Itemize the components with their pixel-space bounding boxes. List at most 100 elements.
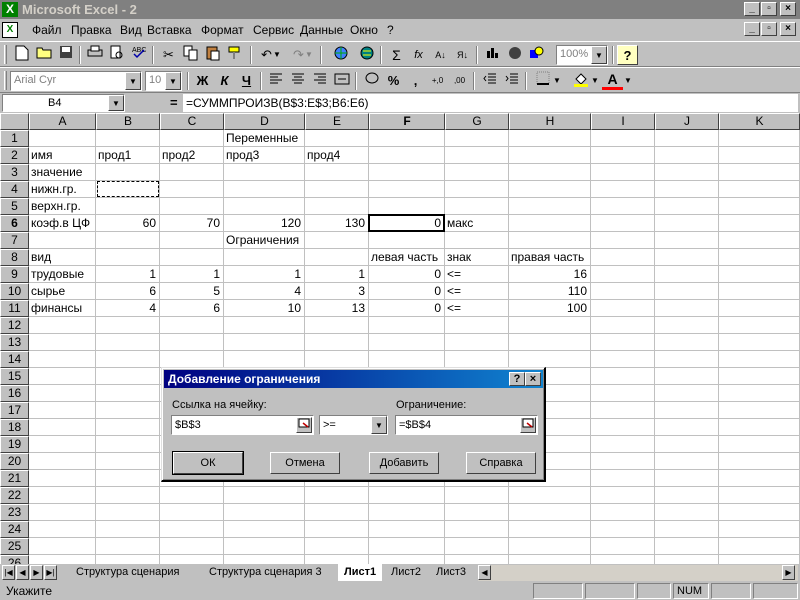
row-header-24[interactable]: 24: [0, 521, 29, 538]
column-header-h[interactable]: H: [509, 113, 591, 130]
fill-color-icon[interactable]: [570, 71, 591, 91]
chevron-down-icon[interactable]: ▼: [125, 72, 141, 90]
cell-g11[interactable]: <=: [445, 300, 461, 317]
menu-help[interactable]: ?: [387, 23, 394, 37]
cell-d9[interactable]: 1: [224, 266, 304, 283]
underline-button[interactable]: Ч: [236, 71, 257, 91]
row-header-13[interactable]: 13: [0, 334, 29, 351]
help-button[interactable]: Справка: [466, 452, 536, 474]
toolbar-grip[interactable]: [4, 71, 7, 90]
zoom-select[interactable]: 100% ▼: [556, 45, 608, 65]
doc-restore-button[interactable]: ▫: [761, 22, 777, 36]
bold-button[interactable]: Ж: [192, 71, 213, 91]
minimize-button[interactable]: _: [744, 2, 760, 16]
cell-d1[interactable]: Переменные: [224, 130, 298, 147]
constraint-input[interactable]: =$B$4: [395, 415, 538, 435]
new-doc-icon[interactable]: [11, 45, 32, 65]
cell-b2[interactable]: прод1: [96, 147, 131, 164]
print-preview-icon[interactable]: [106, 45, 127, 65]
cell-e9[interactable]: 1: [305, 266, 368, 283]
cell-a11[interactable]: финансы: [29, 300, 82, 317]
chevron-down-icon[interactable]: ▼: [371, 416, 387, 434]
row-header-3[interactable]: 3: [0, 164, 29, 181]
excel-icon[interactable]: X: [2, 2, 18, 17]
cell-b11[interactable]: 4: [96, 300, 159, 317]
collapse-dialog-icon[interactable]: [296, 417, 312, 433]
hyperlink-icon[interactable]: [330, 45, 351, 65]
cell-c9[interactable]: 1: [160, 266, 223, 283]
cell-a5[interactable]: верхн.гр.: [29, 198, 81, 215]
operator-select[interactable]: >= ▼: [319, 415, 388, 435]
cell-a8[interactable]: вид: [29, 249, 51, 266]
row-header-9[interactable]: 9: [0, 266, 29, 283]
cell-h11[interactable]: 100: [509, 300, 590, 317]
row-header-12[interactable]: 12: [0, 317, 29, 334]
cell-g8[interactable]: знак: [445, 249, 471, 266]
undo-dropdown-icon[interactable]: ▼: [272, 45, 282, 65]
cell-f9[interactable]: 0: [369, 266, 444, 283]
cell-d7[interactable]: Ограничения: [224, 232, 299, 249]
row-header-20[interactable]: 20: [0, 453, 29, 470]
office-assistant-icon[interactable]: ?: [617, 45, 638, 65]
column-header-k[interactable]: K: [719, 113, 800, 130]
cell-b9[interactable]: 1: [96, 266, 159, 283]
cell-f10[interactable]: 0: [369, 283, 444, 300]
chevron-down-icon[interactable]: ▼: [165, 72, 181, 90]
row-header-19[interactable]: 19: [0, 436, 29, 453]
paste-icon[interactable]: [202, 45, 223, 65]
workbook-icon[interactable]: X: [2, 22, 18, 38]
row-header-7[interactable]: 7: [0, 232, 29, 249]
decrease-indent-icon[interactable]: [479, 71, 500, 91]
map-icon[interactable]: [504, 45, 525, 65]
horizontal-scrollbar[interactable]: ◀ ▶: [478, 565, 798, 581]
row-header-16[interactable]: 16: [0, 385, 29, 402]
cell-a9[interactable]: трудовые: [29, 266, 84, 283]
row-header-8[interactable]: 8: [0, 249, 29, 266]
cell-c11[interactable]: 6: [160, 300, 223, 317]
row-header-23[interactable]: 23: [0, 504, 29, 521]
cancel-button[interactable]: Отмена: [270, 452, 340, 474]
row-header-18[interactable]: 18: [0, 419, 29, 436]
row-header-1[interactable]: 1: [0, 130, 29, 147]
row-header-21[interactable]: 21: [0, 470, 29, 487]
menu-insert[interactable]: Вставка: [147, 23, 192, 37]
scroll-left-icon[interactable]: ◀: [478, 565, 491, 580]
doc-minimize-button[interactable]: _: [744, 22, 760, 36]
cell-g10[interactable]: <=: [445, 283, 461, 300]
spelling-icon[interactable]: ABC: [128, 45, 149, 65]
cell-e11[interactable]: 13: [305, 300, 368, 317]
chevron-down-icon[interactable]: ▼: [108, 95, 124, 111]
fill-color-dropdown-icon[interactable]: ▼: [590, 71, 600, 91]
column-header-f[interactable]: F: [369, 113, 445, 130]
increase-indent-icon[interactable]: [501, 71, 522, 91]
scroll-right-icon[interactable]: ▶: [782, 565, 795, 580]
row-header-2[interactable]: 2: [0, 147, 29, 164]
borders-dropdown-icon[interactable]: ▼: [552, 71, 562, 91]
cell-d2[interactable]: прод3: [224, 147, 259, 164]
cell-a2[interactable]: имя: [29, 147, 52, 164]
font-color-dropdown-icon[interactable]: ▼: [623, 71, 633, 91]
ok-button[interactable]: ОК: [172, 451, 244, 475]
cell-f8[interactable]: левая часть: [369, 249, 438, 266]
cell-c6[interactable]: 70: [160, 215, 223, 232]
cell-b10[interactable]: 6: [96, 283, 159, 300]
formula-equals-sign[interactable]: =: [170, 95, 178, 110]
column-header-d[interactable]: D: [224, 113, 305, 130]
sort-ascending-icon[interactable]: А↓: [430, 45, 451, 65]
cell-ref-input[interactable]: $B$3: [171, 415, 314, 435]
sort-descending-icon[interactable]: Я↓: [452, 45, 473, 65]
add-button[interactable]: Добавить: [369, 452, 439, 474]
cell-a6[interactable]: коэф.в ЦФ: [29, 215, 90, 232]
column-header-e[interactable]: E: [305, 113, 369, 130]
function-wizard-icon[interactable]: fx: [408, 45, 429, 65]
cell-h10[interactable]: 110: [509, 283, 590, 300]
column-header-j[interactable]: J: [655, 113, 719, 130]
cell-h9[interactable]: 16: [509, 266, 590, 283]
toolbar-grip[interactable]: [4, 45, 7, 64]
row-header-26[interactable]: 26: [0, 555, 29, 564]
cell-e10[interactable]: 3: [305, 283, 368, 300]
column-header-g[interactable]: G: [445, 113, 509, 130]
cell-a10[interactable]: сырье: [29, 283, 65, 300]
prev-sheet-button[interactable]: ◀: [16, 565, 29, 580]
drawing-icon[interactable]: [526, 45, 547, 65]
